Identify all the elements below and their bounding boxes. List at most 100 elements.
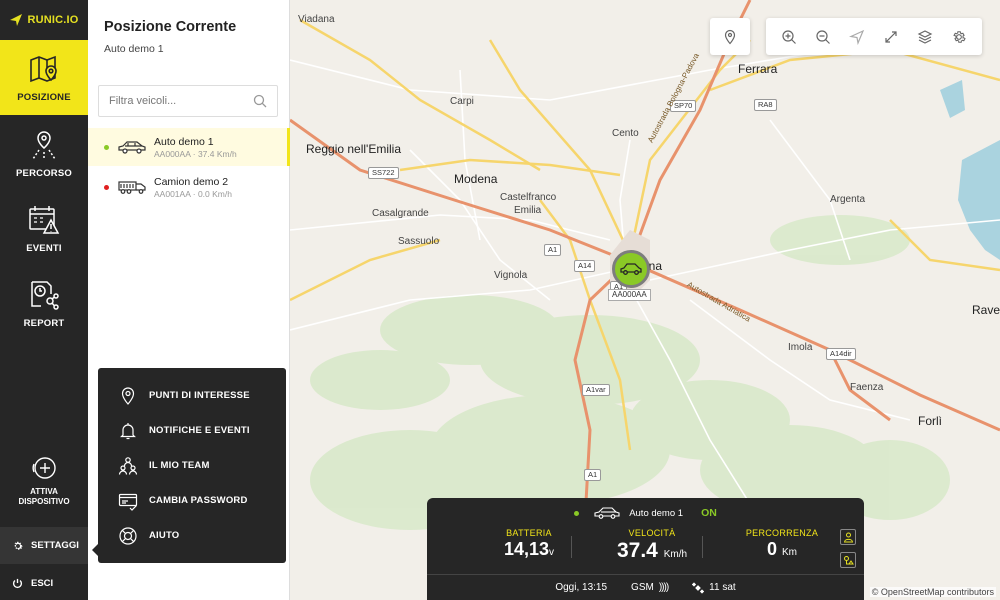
route-button[interactable] — [840, 552, 856, 568]
vehicle-marker[interactable] — [612, 250, 650, 288]
satellite-icon — [692, 581, 705, 594]
vehicle-filter-input[interactable] — [109, 95, 249, 107]
settings-gear-icon[interactable] — [951, 29, 967, 45]
nav-item-settaggi[interactable]: SETTAGGI — [0, 527, 88, 564]
vehicle-list-item[interactable]: Auto demo 1 AA000AA · 37.4 Km/h — [88, 128, 290, 166]
vehicle-info-card: Auto demo 1 ON BATTERIA 14,13v VELOCITÀ … — [427, 498, 864, 600]
metric-label: VELOCITÀ — [628, 528, 676, 538]
report-clock-icon — [31, 281, 59, 310]
nav-label: SETTAGGI — [31, 540, 79, 551]
map-city-label: Viadana — [298, 14, 335, 25]
map-city-label: Casalgrande — [372, 208, 429, 219]
road-shield: A14dir — [826, 348, 856, 360]
status-dot-online — [104, 144, 109, 150]
card-vehicle-name: Auto demo 1 — [629, 507, 684, 519]
road-shield: RA8 — [754, 99, 777, 111]
zoom-in-icon[interactable] — [781, 29, 797, 45]
menu-item-cambia-password[interactable]: CAMBIA PASSWORD — [98, 483, 286, 518]
map-city-label: Sassuolo — [398, 236, 440, 247]
menu-item-il-mio-team[interactable]: IL MIO TEAM — [98, 448, 286, 483]
map-city-label: Emilia — [514, 205, 542, 216]
metric-speed: VELOCITÀ 37.4 Km/h — [587, 528, 717, 563]
plus-circle-icon — [32, 457, 56, 479]
driver-button[interactable] — [840, 529, 856, 545]
road-shield: A1 — [584, 469, 602, 481]
gsm-signal: GSM )))) — [631, 582, 669, 593]
divider — [702, 536, 703, 558]
route-icon — [32, 131, 56, 160]
map-city-label: Ferrara — [738, 62, 778, 76]
bell-icon — [120, 422, 136, 439]
search-icon[interactable] — [253, 94, 267, 108]
menu-item-punti-di-interesse[interactable]: PUNTI DI INTERESSE — [98, 378, 286, 413]
vehicle-meta: AA001AA · 0.0 Km/h — [154, 188, 232, 199]
navigate-arrow-icon[interactable] — [849, 29, 865, 45]
calendar-alert-icon — [29, 206, 60, 234]
menu-item-label: AIUTO — [149, 530, 180, 541]
vehicle-meta: AA000AA · 37.4 Km/h — [154, 148, 237, 159]
metric-label: PERCORRENZA — [745, 528, 819, 538]
map-attribution[interactable]: © OpenStreetMap contributors — [869, 587, 996, 597]
map-city-label: Modena — [454, 172, 498, 186]
metric-distance: PERCORRENZA 0 Km — [717, 528, 847, 560]
power-icon — [12, 578, 23, 588]
divider — [571, 536, 572, 558]
fullscreen-icon[interactable] — [883, 29, 899, 45]
vehicle-name: Camion demo 2 — [154, 175, 229, 188]
map-city-label: Vignola — [494, 270, 528, 281]
map-city-label: Forlì — [918, 414, 942, 428]
metric-label: BATTERIA — [506, 528, 552, 538]
nav-item-esci[interactable]: ESCI — [0, 566, 88, 600]
zoom-out-icon[interactable] — [815, 29, 831, 45]
map-city-label: Reggio nell'Emilia — [306, 142, 402, 156]
status-dot-online — [574, 510, 580, 516]
page-subtitle: Auto demo 1 — [104, 43, 164, 55]
map-city-label: Rave — [972, 303, 1000, 317]
logo-arrow-icon — [10, 14, 23, 26]
nav-label: PERCORSO — [16, 168, 72, 179]
settings-menu: PUNTI DI INTERESSE NOTIFICHE E EVENTI IL… — [92, 368, 286, 563]
menu-item-notifiche-e-eventi[interactable]: NOTIFICHE E EVENTI — [98, 413, 286, 448]
lifebuoy-icon — [119, 526, 137, 545]
nav-item-attiva-dispositivo[interactable]: ATTIVA DISPOSITIVO — [0, 455, 88, 525]
metric-unit: Km — [782, 547, 798, 558]
car-icon — [118, 141, 146, 154]
road-shield: A1 — [544, 244, 562, 256]
metric-value: 37.4 — [616, 539, 658, 562]
map-view[interactable]: Viadana Ferrara Carpi Cento Reggio nell'… — [290, 0, 1000, 600]
logo-text: RUNIC.IO — [27, 14, 79, 26]
nav-label: POSIZIONE — [17, 92, 71, 103]
page-title: Posizione Corrente — [104, 19, 237, 35]
metric-unit: v — [549, 547, 555, 558]
metric-value: 0 — [766, 539, 777, 559]
road-shield: A1var — [582, 384, 610, 396]
nav-label: ATTIVA DISPOSITIVO — [18, 487, 70, 506]
driver-icon — [843, 532, 853, 542]
map-toolbar-locate — [710, 18, 750, 55]
map-city-label: Faenza — [850, 382, 884, 393]
nav-item-eventi[interactable]: EVENTI — [0, 191, 88, 266]
menu-item-label: PUNTI DI INTERESSE — [149, 390, 250, 401]
nav-item-posizione[interactable]: POSIZIONE — [0, 40, 88, 115]
status-dot-offline — [104, 184, 109, 190]
menu-item-aiuto[interactable]: AIUTO — [98, 518, 286, 553]
nav-item-percorso[interactable]: PERCORSO — [0, 116, 88, 191]
layers-icon[interactable] — [917, 29, 933, 45]
nav-item-report[interactable]: REPORT — [0, 266, 88, 341]
card-footer: Oggi, 13:15 GSM )))) 11 sat — [427, 574, 864, 600]
vehicle-name: Auto demo 1 — [154, 135, 214, 148]
gps-satellites: 11 sat — [692, 581, 736, 594]
road-shield: A14 — [574, 260, 596, 272]
truck-icon — [118, 181, 146, 194]
gear-icon — [14, 541, 23, 550]
map-city-label: Cento — [612, 128, 639, 139]
last-update-time: Oggi, 13:15 — [555, 582, 608, 593]
locate-pin-icon[interactable] — [722, 29, 738, 45]
nav-label: EVENTI — [26, 243, 62, 254]
car-icon — [620, 263, 642, 275]
vehicle-list-item[interactable]: Camion demo 2 AA001AA · 0.0 Km/h — [88, 168, 290, 206]
map-city-label: Castelfranco — [500, 192, 557, 203]
marker-plate-label: AA000AA — [608, 289, 651, 301]
menu-item-label: NOTIFICHE E EVENTI — [149, 425, 250, 436]
metric-value: 14,13 — [503, 539, 550, 559]
